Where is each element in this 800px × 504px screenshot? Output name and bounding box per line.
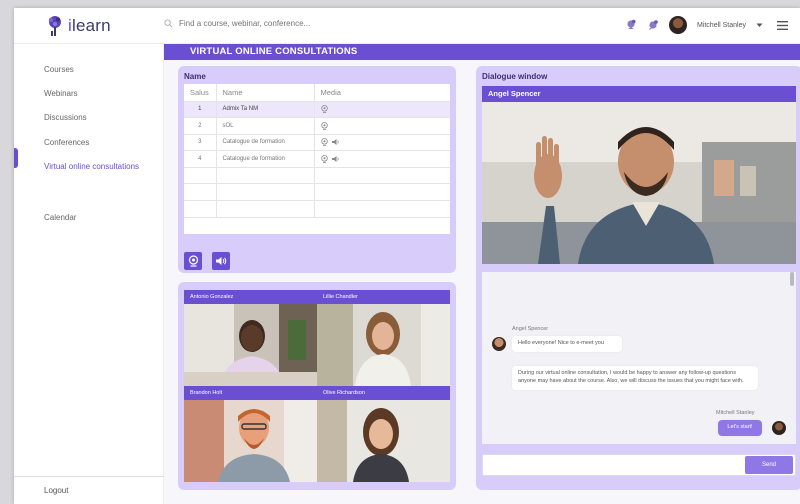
webcam-icon xyxy=(188,255,198,267)
table-panel-title: Name xyxy=(184,72,206,81)
menu-icon[interactable] xyxy=(777,20,788,30)
participant-photo xyxy=(317,290,450,386)
user-avatar-small xyxy=(772,421,786,435)
main-content: VIRTUAL ONLINE CONSULTATIONS Name Salus … xyxy=(164,44,800,504)
sidebar-item-webinars[interactable]: Webinars xyxy=(44,89,78,98)
webcam-button[interactable] xyxy=(184,252,202,270)
row-name: Admix Ta NM xyxy=(216,101,315,119)
table-row-empty xyxy=(184,167,450,185)
participant-name: Olive Richardson xyxy=(317,386,450,400)
search-input[interactable] xyxy=(179,19,479,28)
speaker-photo xyxy=(482,102,796,264)
speaker-name: Angel Spencer xyxy=(482,86,796,102)
app: ilearn Mitchell Stanley Courses Webinars… xyxy=(14,8,800,504)
message-bubble-own: Let's start! xyxy=(718,420,762,436)
speaker-icon xyxy=(216,257,227,265)
dialogue-title: Dialogue window xyxy=(482,72,548,81)
table-row[interactable]: 1 Admix Ta NM xyxy=(184,101,450,119)
sidebar: Courses Webinars Discussions Conferences… xyxy=(14,44,164,504)
top-bar: ilearn Mitchell Stanley xyxy=(14,8,800,44)
consultations-table: Salus Name Media 1 Admix Ta NM 2 sOL 3 C… xyxy=(184,84,450,234)
table-row[interactable]: 4 Catalogue de formation xyxy=(184,150,450,168)
webcam-icon xyxy=(320,155,328,163)
search-icon xyxy=(164,19,173,28)
column-header-media[interactable]: Media xyxy=(314,84,450,102)
sidebar-item-conferences[interactable]: Conferences xyxy=(44,138,89,147)
message-author: Mitchell Stanley xyxy=(716,410,755,416)
header-actions: Mitchell Stanley xyxy=(625,16,788,34)
speaker-icon xyxy=(331,139,339,146)
dialogue-panel: Dialogue window Angel Spencer Angel Spen… xyxy=(476,66,800,490)
participant-photo xyxy=(317,386,450,482)
participant-video-antonio-gonzalez[interactable]: Antonio Gonzalez xyxy=(184,290,317,386)
participant-name: Brandon Holt xyxy=(184,386,317,400)
logo-text: ilearn xyxy=(68,16,111,36)
webcam-icon xyxy=(320,105,328,114)
page-title: VIRTUAL ONLINE CONSULTATIONS xyxy=(164,44,800,60)
row-media xyxy=(314,101,450,119)
participants-panel: Antonio Gonzalez Lillie Chandler Brandon… xyxy=(178,282,456,490)
column-header-name[interactable]: Name xyxy=(216,84,315,102)
participant-video-brandon-holt[interactable]: Brandon Holt xyxy=(184,386,317,482)
participant-photo xyxy=(184,290,317,386)
logo-tree-icon xyxy=(48,16,61,36)
message-composer: Send xyxy=(482,454,796,476)
search-bar[interactable] xyxy=(164,19,479,28)
audio-button[interactable] xyxy=(212,252,230,270)
row-name: Catalogue de formation xyxy=(216,134,315,152)
consultations-table-panel: Name Salus Name Media 1 Admix Ta NM 2 sO… xyxy=(178,66,456,273)
row-number: 4 xyxy=(184,150,217,168)
table-row[interactable]: 3 Catalogue de formation xyxy=(184,134,450,152)
message-bubble: Hello everyone! Nice to e-meet you xyxy=(512,336,622,352)
row-media xyxy=(314,150,450,168)
divider xyxy=(14,476,164,477)
chevron-down-icon[interactable] xyxy=(756,23,763,28)
row-number: 1 xyxy=(184,101,217,119)
row-name: sOL xyxy=(216,117,315,135)
chat-area[interactable]: Angel Spencer Hello everyone! Nice to e-… xyxy=(482,272,796,444)
speaker-icon xyxy=(331,156,339,163)
row-name: Catalogue de formation xyxy=(216,150,315,168)
participant-name: Lillie Chandler xyxy=(317,290,450,304)
participant-photo xyxy=(184,386,317,482)
table-row-empty xyxy=(184,183,450,202)
table-header-row: Salus Name Media xyxy=(184,84,450,102)
sidebar-item-virtual-online-consultations[interactable]: Virtual online consultations xyxy=(44,162,139,171)
message-bubble: During our virtual online consultation, … xyxy=(512,366,758,390)
table-row-empty xyxy=(184,200,450,218)
participant-name: Antonio Gonzalez xyxy=(184,290,317,304)
logo-word: learn xyxy=(71,16,111,35)
speaker-video[interactable] xyxy=(482,102,796,264)
send-button[interactable]: Send xyxy=(745,456,793,474)
sidebar-item-discussions[interactable]: Discussions xyxy=(44,113,87,122)
active-indicator xyxy=(14,148,18,168)
user-avatar[interactable] xyxy=(668,16,687,34)
sidebar-item-calendar[interactable]: Calendar xyxy=(44,213,76,222)
row-media xyxy=(314,134,450,152)
logo[interactable]: ilearn xyxy=(44,12,111,40)
webcam-icon xyxy=(320,138,328,147)
user-name[interactable]: Mitchell Stanley xyxy=(697,22,746,29)
participants-grid: Antonio Gonzalez Lillie Chandler Brandon… xyxy=(184,290,450,482)
row-number: 3 xyxy=(184,134,217,152)
logout-link[interactable]: Logout xyxy=(44,486,68,495)
participant-video-olive-richardson[interactable]: Olive Richardson xyxy=(317,386,450,482)
row-media xyxy=(314,117,450,135)
column-header-salus[interactable]: Salus xyxy=(184,84,217,102)
message-input[interactable] xyxy=(489,459,729,471)
webcam-icon xyxy=(320,121,328,130)
notifications-icon[interactable] xyxy=(625,19,637,31)
row-number: 2 xyxy=(184,117,217,135)
messages-icon[interactable] xyxy=(647,19,659,31)
sidebar-item-courses[interactable]: Courses xyxy=(44,65,74,74)
participant-video-lillie-chandler[interactable]: Lillie Chandler xyxy=(317,290,450,386)
author-avatar xyxy=(492,337,506,351)
table-row[interactable]: 2 sOL xyxy=(184,117,450,135)
message-author: Angel Spencer xyxy=(512,326,549,332)
chat-scrollbar[interactable] xyxy=(790,272,794,286)
